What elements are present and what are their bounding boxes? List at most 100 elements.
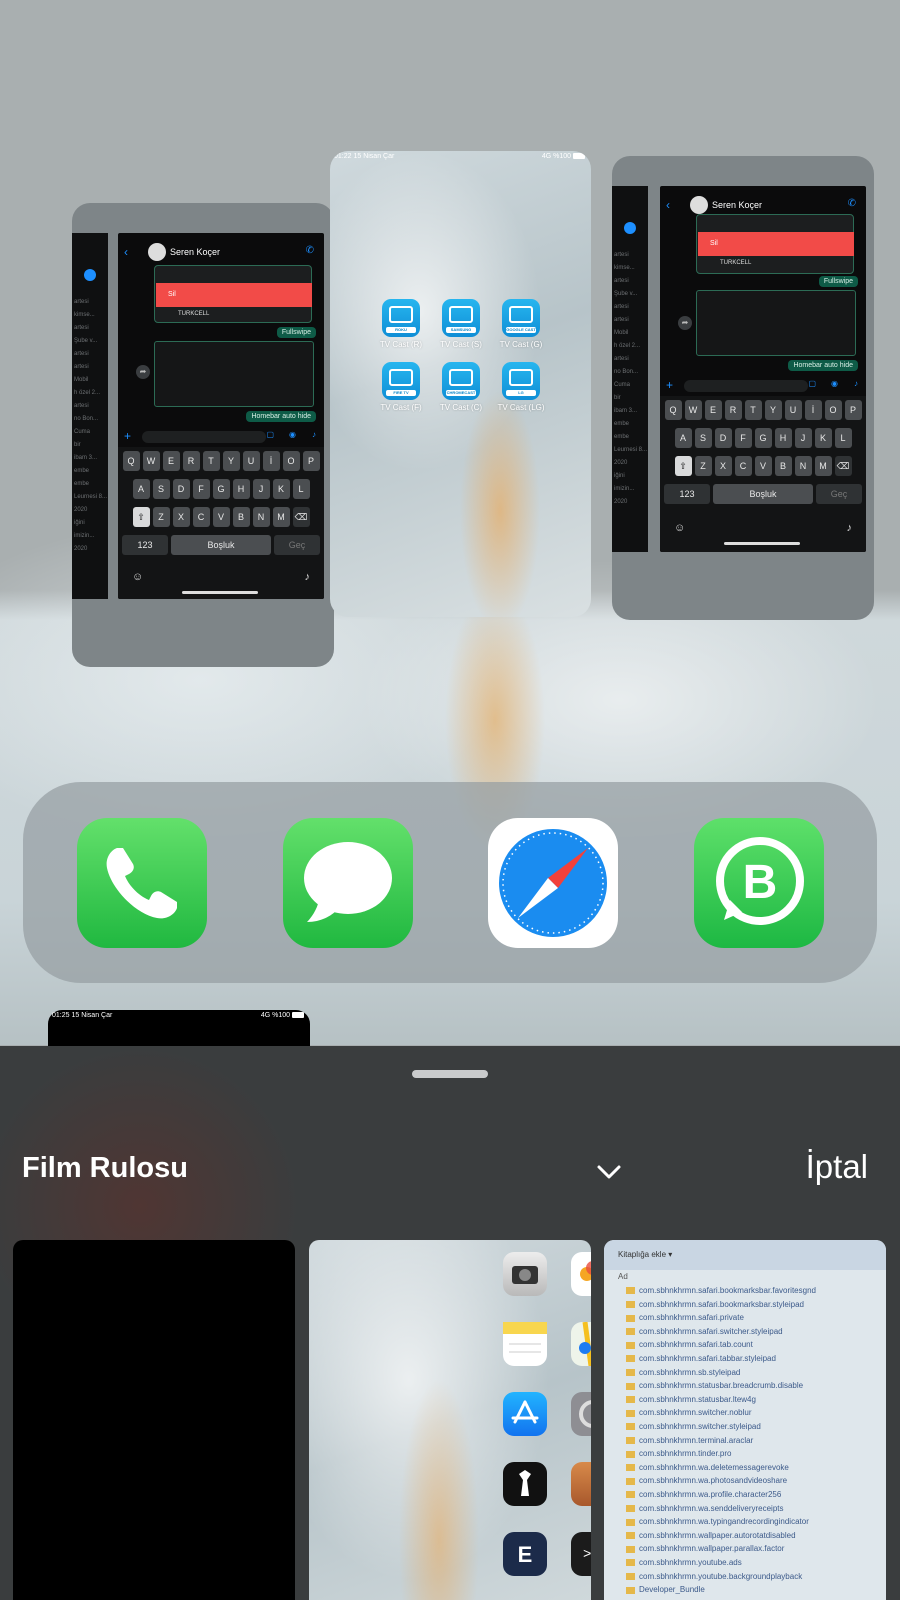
conversation-item: artesi (74, 325, 89, 331)
sheet-grabber[interactable] (412, 1070, 488, 1078)
conversation-item: embe (614, 421, 630, 427)
key: H (774, 428, 792, 448)
key: B (774, 456, 792, 476)
file-row: com.sbhnkhrmn.safari.bookmarksbar.stylei… (626, 1300, 804, 1309)
whatsapp-chat-screen: ‹ Seren Koçer ✆ Sil TURKCELL Fullswipe ➦… (118, 233, 324, 599)
plus-icon: + (124, 429, 132, 443)
conversation-item: 2020 (74, 546, 88, 552)
key: T (744, 400, 762, 420)
go-key: Geç (816, 484, 862, 504)
conversation-item: no Bon... (614, 369, 639, 375)
messages-icon (304, 842, 392, 922)
key: Y (764, 400, 782, 420)
keyboard-row-2: ASDFGHJKL (660, 428, 866, 450)
status-bar: 01:22 15 Nisan Çar 4G %100 (330, 151, 591, 165)
messages-app-icon[interactable] (283, 818, 413, 948)
status-bar: 01:25 15 Nisan Çar 4G %100 (48, 1010, 310, 1024)
file-row: com.sbhnkhrmn.switcher.noblur (626, 1408, 752, 1417)
whatsapp-business-app-icon[interactable]: B (694, 818, 824, 948)
terminal-app-icon: >_ (571, 1532, 591, 1576)
status-time: 01:22 15 Nisan Çar (334, 153, 395, 160)
conversation-item: artesi (614, 356, 629, 362)
key: J (794, 428, 812, 448)
conversation-item: bir (614, 395, 621, 401)
key: D (714, 428, 732, 448)
app-tv-cast-lg[interactable]: LG TV Cast (LG) (494, 362, 548, 412)
svg-text:B: B (743, 856, 778, 909)
key: K (814, 428, 832, 448)
delete-bar: Sil (156, 283, 312, 307)
cancel-button[interactable]: İptal (806, 1148, 868, 1186)
home-indicator (724, 542, 800, 545)
phone-app-icon[interactable] (77, 818, 207, 948)
conversation-item: ibam 3... (614, 408, 638, 414)
conversation-item: Cuma (614, 382, 631, 388)
chevron-down-icon[interactable] (596, 1162, 622, 1182)
dictation-icon: ♪ (304, 571, 311, 583)
photo-thumbnail-filelist[interactable]: Kitaplığa ekle ▾ Ad com.sbhnkhrmn.safari… (604, 1240, 886, 1600)
app-switcher-card-left[interactable]: artesi kimse... artesi Şube v... artesi artes… (72, 203, 334, 667)
app-tv-cast-r[interactable]: ROKU TV Cast (R) (374, 299, 428, 349)
status-right: 4G %100 (542, 153, 585, 160)
album-title[interactable]: Film Rulosu (22, 1152, 188, 1185)
conversation-item: iğini (614, 473, 625, 479)
photo-thumbnail-homescreen[interactable]: E >_ (309, 1240, 591, 1600)
status-time: 01:25 15 Nisan Çar (52, 1012, 113, 1019)
keyboard-row-2: ASDFGHJKL (118, 479, 324, 501)
plus-icon: + (666, 378, 674, 392)
conversation-item: ibam 3... (74, 455, 98, 461)
key: U (784, 400, 802, 420)
chat-header: ‹ Seren Koçer ✆ (118, 241, 324, 265)
keyboard-row-3: ⇧ Z X C V B N M ⌫ (118, 507, 324, 529)
avatar (148, 243, 166, 261)
app-label: TV Cast (G) (499, 340, 543, 349)
app-tv-cast-s[interactable]: SAMSUNG TV Cast (S) (434, 299, 488, 349)
safari-app-icon[interactable] (488, 818, 618, 948)
key: M (272, 507, 290, 527)
dock: B (23, 782, 877, 983)
photo-thumbnail-black[interactable] (13, 1240, 295, 1600)
keyboard-row-1: QWERTYUİOP (660, 400, 866, 422)
key: İ (804, 400, 822, 420)
conversation-item: artesi (74, 351, 89, 357)
key: R (724, 400, 742, 420)
svg-text:>_: >_ (583, 1547, 591, 1563)
key: K (272, 479, 290, 499)
app-switcher-card-right[interactable]: artesi kimse... artesi Şube v... artesi artes… (612, 156, 874, 620)
conversation-item: h özel 2... (74, 390, 101, 396)
brand-label: LG (506, 390, 536, 396)
app-tv-cast-c[interactable]: CHROMECAST TV Cast (C) (434, 362, 488, 412)
battery-icon (573, 153, 585, 160)
compose-icon (624, 222, 636, 234)
file-row: com.sbhnkhrmn.youtube.backgroundplayback (626, 1572, 802, 1581)
sticker-icon: ▢ (266, 430, 274, 439)
key: T (202, 451, 220, 471)
file-row: com.sbhnkhrmn.switcher.styleipad (626, 1422, 761, 1431)
app-tv-cast-g[interactable]: GOOGLE CAST TV Cast (G) (494, 299, 548, 349)
conversation-item: imizin... (74, 533, 95, 539)
app-label: TV Cast (R) (379, 340, 423, 349)
contact-name: Seren Koçer (170, 247, 221, 257)
app-switcher-card-center[interactable]: 01:22 15 Nisan Çar 4G %100 ROKU TV Cast … (330, 151, 591, 617)
key: Y (222, 451, 240, 471)
conversation-item: embe (74, 468, 90, 474)
brand-label: ROKU (386, 327, 416, 333)
key: G (212, 479, 230, 499)
notes-app-icon (503, 1322, 547, 1366)
app-store-icon (503, 1392, 547, 1436)
conversation-item: artesi (614, 278, 629, 284)
cydia-app-icon (571, 1462, 591, 1506)
key: E (704, 400, 722, 420)
conversation-item: h özel 2... (614, 343, 641, 349)
conversation-item: Leurnesi 8... (614, 447, 648, 453)
sender-label: TURKCELL (720, 260, 752, 266)
file-row: com.sbhnkhrmn.wa.deletemessagerevoke (626, 1463, 789, 1472)
keyboard: QWERTYUİOP ASDFGHJKL ⇧ Z X C V B N M ⌫ 123 Boşlu… (660, 396, 866, 552)
app-tv-cast-f[interactable]: FIRE TV TV Cast (F) (374, 362, 428, 412)
network-status: 4G %100 (541, 153, 571, 160)
numbers-key: 123 (664, 484, 710, 504)
file-row: com.sbhnkhrmn.terminal.araclar (626, 1436, 753, 1445)
key: O (282, 451, 300, 471)
whatsapp-business-icon: B (716, 837, 804, 925)
file-row: com.sbhnkhrmn.wallpaper.parallax.factor (626, 1544, 784, 1553)
